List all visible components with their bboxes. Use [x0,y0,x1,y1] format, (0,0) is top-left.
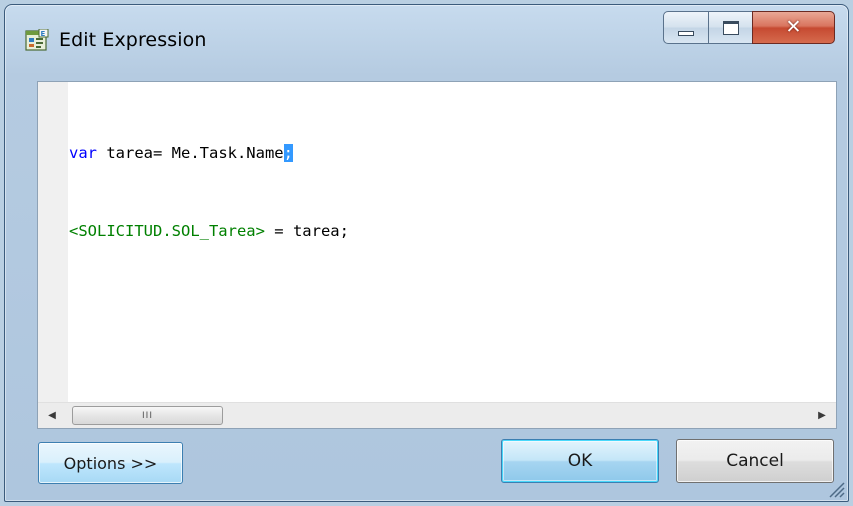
maximize-icon [722,20,739,35]
edit-expression-dialog: E Edit Expression ✕ var tarea= Me.Task.N… [4,4,849,502]
code-text: tarea= Me.Task.Name [97,144,284,162]
minimize-button[interactable] [663,11,709,44]
scrollbar-grip: III [142,410,153,421]
code-line-2[interactable]: <SOLICITUD.SOL_Tarea> = tarea; [69,218,349,244]
chevron-left-icon: ◀ [48,410,56,421]
ok-button[interactable]: OK [501,439,659,483]
selected-text: ; [283,144,293,162]
chevron-right-icon: ▶ [818,410,826,421]
code-line-1[interactable]: var tarea= Me.Task.Name; [69,140,349,166]
resize-grip-icon[interactable] [827,480,845,498]
code-text: = tarea; [264,222,349,240]
cancel-button[interactable]: Cancel [676,439,834,483]
horizontal-scrollbar[interactable]: ◀ III ▶ [38,402,836,428]
svg-text:E: E [41,30,46,38]
close-button[interactable]: ✕ [752,11,835,44]
scroll-left-button[interactable]: ◀ [38,403,66,428]
close-x-icon: ✕ [785,16,802,38]
expression-editor[interactable]: var tarea= Me.Task.Name; <SOLICITUD.SOL_… [37,81,837,429]
maximize-button[interactable] [708,11,753,44]
scrollbar-thumb[interactable]: III [72,406,223,425]
keyword-token: var [69,144,97,162]
expression-editor-icon: E [25,28,49,53]
options-button[interactable]: Options >> [38,442,183,484]
title-bar[interactable]: E Edit Expression ✕ [5,5,848,71]
editor-gutter [38,82,68,402]
field-reference-token: <SOLICITUD.SOL_Tarea> [69,222,265,240]
minimize-icon [678,31,694,36]
scroll-right-button[interactable]: ▶ [808,403,836,428]
code-area[interactable]: var tarea= Me.Task.Name; <SOLICITUD.SOL_… [69,88,349,296]
window-title: Edit Expression [59,29,207,51]
